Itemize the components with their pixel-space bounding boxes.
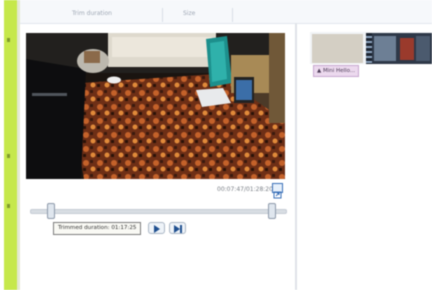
video-clip-thumbnail[interactable]	[366, 33, 432, 64]
video-preview[interactable]	[26, 33, 285, 179]
play-button[interactable]	[148, 222, 165, 234]
editor-header: Trim duration Size	[20, 0, 432, 24]
playback-timestamp: 00:07:47/01:28:20	[217, 186, 273, 193]
trimmed-duration-tooltip: Trimmed duration: 01:17:25	[53, 222, 142, 235]
tab-size[interactable]: Size	[183, 10, 195, 22]
fullscreen-button[interactable]	[272, 183, 283, 199]
tab-separator	[232, 8, 233, 22]
film-sprocket-icon	[366, 33, 372, 64]
rail-marker	[7, 38, 10, 42]
play-icon	[154, 225, 160, 233]
side-divider	[17, 0, 20, 290]
next-frame-button[interactable]	[169, 222, 186, 234]
side-accent-rail	[4, 0, 17, 290]
clip-title-label[interactable]: ▲ Mini Hello...	[313, 65, 360, 77]
clip-thumbnail[interactable]	[312, 34, 363, 63]
rail-marker	[7, 204, 10, 208]
tab-separator	[162, 8, 163, 22]
tab-trim-duration[interactable]: Trim duration	[72, 10, 112, 22]
clip-frame-image	[366, 33, 432, 64]
trim-start-handle[interactable]	[47, 203, 55, 219]
next-frame-icon	[174, 225, 182, 233]
panel-divider	[295, 23, 297, 290]
rail-marker	[7, 154, 10, 158]
video-frame-image	[26, 33, 285, 179]
trim-end-handle[interactable]	[268, 203, 276, 219]
trim-slider-track[interactable]	[30, 209, 287, 214]
fullscreen-icon	[273, 191, 282, 199]
